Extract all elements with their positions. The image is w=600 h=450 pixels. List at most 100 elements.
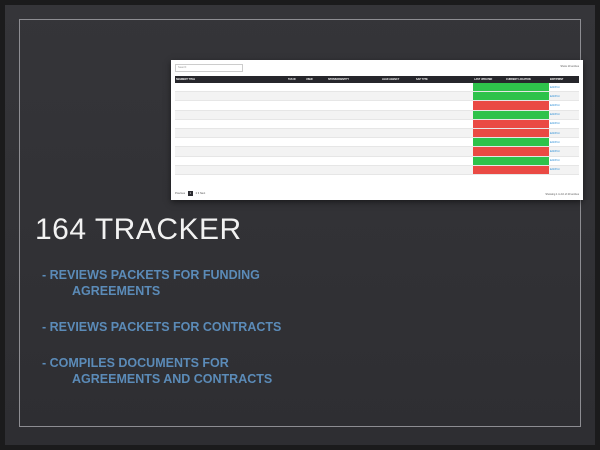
tracker-cell — [381, 110, 415, 120]
tracker-status-cell — [473, 91, 505, 102]
tracker-pagination: Previous 1 2 3 Next — [175, 191, 205, 196]
tracker-cell — [305, 119, 327, 129]
tracker-cell — [415, 100, 473, 111]
tracker-table-row: Edit/Print — [175, 110, 579, 120]
tracker-status-cell — [473, 146, 505, 157]
tracker-cell — [381, 119, 415, 129]
tracker-cell — [415, 83, 473, 93]
tracker-cell — [327, 100, 381, 111]
tracker-status-cell — [473, 128, 505, 139]
tracker-status-cell — [473, 137, 505, 148]
tracker-cell — [175, 137, 287, 148]
tracker-column-header: CURRENT LOCATION — [505, 76, 549, 83]
tracker-cell — [381, 156, 415, 166]
tracker-search-input: Search: — [175, 64, 243, 72]
tracker-cell — [175, 156, 287, 166]
tracker-cell — [287, 100, 305, 111]
tracker-table-body: Edit/Print Edit/Print Edit/Print Edit/Print… — [175, 83, 579, 175]
bullet-text: - COMPILES DOCUMENTS FOR — [42, 356, 229, 370]
tracker-status-cell — [505, 119, 549, 129]
tracker-cell — [381, 91, 415, 102]
tracker-status-cell — [505, 128, 549, 139]
tracker-cell — [415, 165, 473, 175]
tracker-cell — [175, 91, 287, 102]
pager-next: Next — [199, 192, 206, 195]
bullet-item: - REVIEWS PACKETS FOR FUNDING AGREEMENTS — [42, 267, 362, 299]
tracker-cell — [305, 137, 327, 148]
tracker-status-cell — [505, 100, 549, 111]
bullet-list: - REVIEWS PACKETS FOR FUNDING AGREEMENTS… — [42, 267, 362, 407]
tracker-cell — [381, 83, 415, 93]
tracker-cell — [175, 146, 287, 157]
tracker-cell — [381, 100, 415, 111]
tracker-cell — [327, 119, 381, 129]
tracker-edit-link: Edit/Print — [549, 156, 579, 166]
tracker-column-header: LEAD AGENCY — [381, 76, 415, 83]
tracker-cell — [305, 100, 327, 111]
tracker-cell — [381, 128, 415, 139]
tracker-column-header: SPONSOR/ENTITY — [327, 76, 381, 83]
pager-page-1: 1 — [187, 191, 193, 196]
tracker-cell — [287, 156, 305, 166]
tracker-table-row: Edit/Print — [175, 156, 579, 166]
tracker-cell — [327, 91, 381, 102]
tracker-edit-link: Edit/Print — [549, 91, 579, 102]
tracker-edit-link: Edit/Print — [549, 146, 579, 157]
tracker-cell — [175, 100, 287, 111]
tracker-edit-link: Edit/Print — [549, 128, 579, 139]
bullet-item: - REVIEWS PACKETS FOR CONTRACTS — [42, 319, 362, 335]
tracker-table-row: Edit/Print — [175, 146, 579, 157]
tracker-cell — [175, 165, 287, 175]
tracker-cell — [381, 165, 415, 175]
tracker-cell — [305, 83, 327, 93]
tracker-table-row: Edit/Print — [175, 119, 579, 129]
tracker-cell — [327, 110, 381, 120]
tracker-cell — [287, 137, 305, 148]
tracker-cell — [287, 128, 305, 139]
tracker-cell — [305, 110, 327, 120]
tracker-edit-link: Edit/Print — [549, 137, 579, 148]
tracker-cell — [287, 165, 305, 175]
bullet-text-continued: AGREEMENTS — [72, 284, 161, 298]
tracker-cell — [327, 83, 381, 93]
tracker-table-row: Edit/Print — [175, 91, 579, 102]
tracker-column-header: LAST UPDATED — [473, 76, 505, 83]
tracker-column-header: EDIT/PRINT — [549, 76, 579, 83]
tracker-cell — [415, 110, 473, 120]
tracker-cell — [415, 137, 473, 148]
tracker-status-cell — [505, 156, 549, 166]
tracker-table: SEGMENT TITLE TAS ID USER SPONSOR/ENTITY LEA… — [175, 76, 579, 175]
tracker-cell — [381, 146, 415, 157]
tracker-cell — [305, 91, 327, 102]
tracker-edit-link: Edit/Print — [549, 110, 579, 120]
tracker-status-cell — [473, 83, 505, 93]
tracker-status-cell — [473, 100, 505, 111]
tracker-cell — [327, 137, 381, 148]
tracker-cell — [305, 156, 327, 166]
tracker-cell — [305, 165, 327, 175]
tracker-cell — [415, 128, 473, 139]
tracker-cell — [287, 91, 305, 102]
bullet-text: - REVIEWS PACKETS FOR FUNDING — [42, 268, 260, 282]
tracker-cell — [381, 137, 415, 148]
tracker-table-row: Edit/Print — [175, 165, 579, 175]
tracker-topbar: Search: Show 10 entries — [175, 64, 579, 72]
tracker-cell — [327, 156, 381, 166]
tracker-screenshot: Search: Show 10 entries SEGMENT TITLE TAS… — [171, 60, 583, 200]
tracker-status-cell — [473, 110, 505, 120]
tracker-cell — [305, 146, 327, 157]
tracker-cell — [175, 110, 287, 120]
tracker-edit-link: Edit/Print — [549, 165, 579, 175]
bullet-text-continued: AGREEMENTS AND CONTRACTS — [72, 372, 273, 386]
tracker-cell — [415, 91, 473, 102]
tracker-cell — [287, 146, 305, 157]
tracker-cell — [287, 110, 305, 120]
tracker-cell — [415, 119, 473, 129]
tracker-showing-text: Showing 1 to 10 of 20 entries — [545, 193, 579, 196]
tracker-column-header: TAS ID — [287, 76, 305, 83]
tracker-table-row: Edit/Print — [175, 100, 579, 111]
slide: Search: Show 10 entries SEGMENT TITLE TAS… — [5, 5, 595, 445]
bullet-item: - COMPILES DOCUMENTS FOR AGREEMENTS AND … — [42, 355, 362, 387]
tracker-cell — [327, 128, 381, 139]
slide-title: 164 TRACKER — [35, 213, 242, 246]
